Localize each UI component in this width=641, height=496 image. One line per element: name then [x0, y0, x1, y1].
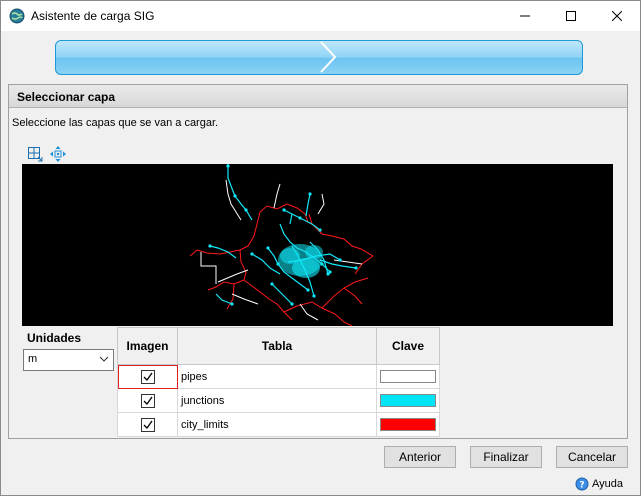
- zoom-extent-icon[interactable]: [27, 146, 43, 162]
- checkmark-icon: [143, 420, 153, 429]
- panel-title: Seleccionar capa: [17, 90, 116, 104]
- layers-table: Imagen Tabla Clave pipes junctions city_…: [117, 327, 440, 437]
- window-title: Asistente de carga SIG: [31, 9, 155, 23]
- help-label: Ayuda: [592, 478, 623, 490]
- table-row: pipes: [117, 364, 440, 389]
- layer-color-cell[interactable]: [376, 388, 440, 413]
- maximize-button[interactable]: [548, 1, 594, 31]
- units-label: Unidades: [27, 331, 82, 345]
- chevron-down-icon: [99, 356, 109, 362]
- minimize-icon: [520, 15, 530, 17]
- layer-checkbox[interactable]: [140, 393, 155, 408]
- help-link[interactable]: ? Ayuda: [575, 477, 623, 491]
- finish-button[interactable]: Finalizar: [470, 446, 542, 468]
- layer-color-cell[interactable]: [376, 412, 440, 437]
- layer-checkbox[interactable]: [140, 417, 155, 432]
- close-button[interactable]: [594, 1, 640, 31]
- table-row: junctions: [117, 388, 440, 413]
- column-header-table[interactable]: Tabla: [177, 327, 377, 365]
- layer-color-swatch[interactable]: [380, 418, 436, 431]
- layer-name[interactable]: junctions: [177, 388, 377, 413]
- layer-color-swatch[interactable]: [380, 370, 436, 383]
- layer-color-swatch[interactable]: [380, 394, 436, 407]
- layer-color-cell[interactable]: [376, 364, 440, 389]
- maximize-icon: [566, 11, 576, 21]
- title-bar: Asistente de carga SIG: [1, 1, 640, 31]
- layer-name[interactable]: city_limits: [177, 412, 377, 437]
- panel-header: Seleccionar capa: [9, 85, 627, 108]
- minimize-button[interactable]: [502, 1, 548, 31]
- cancel-button[interactable]: Cancelar: [556, 446, 628, 468]
- close-icon: [612, 11, 622, 21]
- step-chevron-icon: [320, 41, 337, 73]
- table-header-row: Imagen Tabla Clave: [117, 327, 440, 365]
- table-row: city_limits: [117, 412, 440, 437]
- back-button[interactable]: Anterior: [384, 446, 456, 468]
- units-selected-value: m: [28, 353, 38, 365]
- layer-visible-cell[interactable]: [117, 364, 178, 389]
- layer-name[interactable]: pipes: [177, 364, 377, 389]
- svg-text:?: ?: [579, 481, 584, 491]
- pan-icon[interactable]: [50, 146, 66, 162]
- column-header-key[interactable]: Clave: [376, 327, 440, 365]
- units-dropdown[interactable]: m: [23, 349, 114, 371]
- layer-checkbox[interactable]: [140, 369, 155, 384]
- app-globe-icon: [9, 8, 25, 24]
- layer-visible-cell[interactable]: [117, 388, 178, 413]
- help-icon: ?: [575, 477, 589, 491]
- map-preview[interactable]: [22, 164, 613, 326]
- layer-visible-cell[interactable]: [117, 412, 178, 437]
- checkmark-icon: [143, 372, 153, 381]
- units-header: Unidades: [22, 327, 116, 348]
- wizard-window: Asistente de carga SIG Seleccionar capa …: [0, 0, 641, 496]
- checkmark-icon: [143, 396, 153, 405]
- instruction-text: Seleccione las capas que se van a cargar…: [12, 117, 219, 129]
- select-layer-panel: Seleccionar capa Seleccione las capas qu…: [8, 84, 628, 439]
- column-header-image[interactable]: Imagen: [117, 327, 178, 365]
